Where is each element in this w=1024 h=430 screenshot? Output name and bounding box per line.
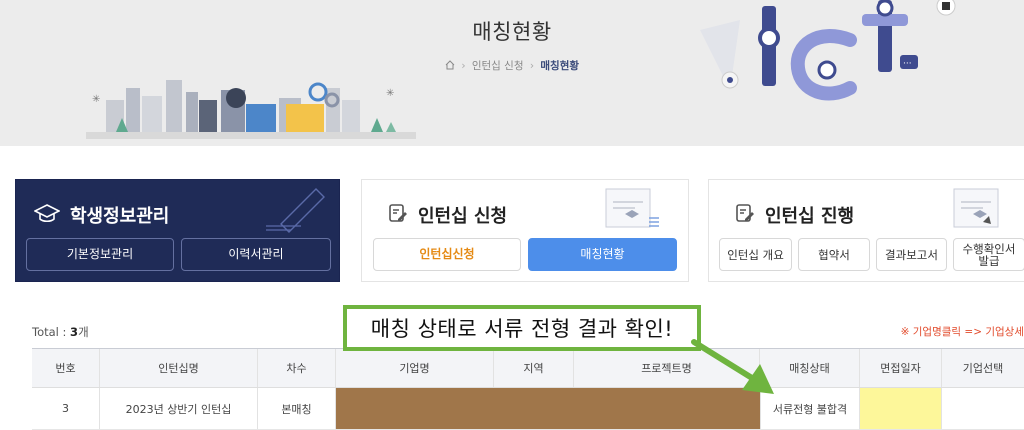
chevron-right-icon: › [529,60,535,72]
svg-text:✳: ✳ [92,94,100,105]
breadcrumb-current: 매칭현황 [540,60,580,72]
page-banner: ✳ ✳ 매칭현황 › 인턴십 신청 › 매칭현황 ··· [0,0,1024,146]
card-title: 인턴십 진행 [765,206,855,227]
column-header: 기업명 [336,349,494,387]
svg-text:✳: ✳ [386,88,394,99]
clipboard-edit-icon [388,203,408,228]
column-header: 차수 [258,349,336,387]
column-header: 지역 [494,349,574,387]
chevron-right-icon: › [461,60,466,72]
column-header: 인턴십명 [100,349,258,387]
internship-overview-button[interactable]: 인턴십 개요 [719,238,792,271]
ict-illustration: ··· [700,0,956,101]
card-title: 인턴십 신청 [418,206,508,227]
city-illustration: ✳ ✳ [86,80,416,139]
company-click-notice: ※ 기업명클릭 => 기업상세 [900,326,1024,338]
internship-progress-card: 인턴십 진행 인턴십 개요 협약서 결과보고서 수행확인서 발급 [708,179,1024,282]
interview-date [860,388,942,429]
round: 본매칭 [258,388,336,429]
resume-management-button[interactable]: 이력서관리 [181,238,331,271]
document-icon [953,188,999,228]
internship-name: 2023년 상반기 인턴십 [100,388,258,429]
annotation-callout: 매칭 상태로 서류 전형 결과 확인! [343,305,701,351]
button-label-line: 수행확인서 [962,241,1016,256]
home-icon[interactable] [445,60,455,73]
arrow-annotation-icon [691,339,774,394]
document-icon [605,188,659,228]
student-info-card: 학생정보관리 기본정보관리 이력서관리 [15,179,340,282]
internship-apply-card: 인턴십 신청 인턴십신청 매칭현황 [361,179,689,282]
clipboard-edit-icon [735,203,755,228]
column-header: 면접일자 [860,349,942,387]
internship-apply-button[interactable]: 인턴십신청 [373,238,521,271]
column-header: 번호 [32,349,100,387]
agreement-button[interactable]: 협약서 [798,238,870,271]
result-report-button[interactable]: 결과보고서 [876,238,947,271]
company-select[interactable] [942,388,1024,429]
breadcrumb-item[interactable]: 인턴십 신청 [472,60,524,72]
row-number: 3 [32,388,100,429]
card-title: 학생정보관리 [70,206,170,227]
table-header: 번호 인턴십명 차수 기업명 지역 프로젝트명 매칭상태 면접일자 기업선택 [32,348,1024,388]
basic-info-button[interactable]: 기본정보관리 [26,238,174,271]
button-label-line: 발급 [978,253,1000,268]
graduation-cap-icon [33,203,61,228]
total-count: Total : 3개 [32,325,89,339]
certificate-issue-button[interactable]: 수행확인서 발급 [953,238,1024,271]
table-row: 3 2023년 상반기 인턴십 본매칭 서류전형 불합격 [32,388,1024,430]
matching-status-button[interactable]: 매칭현황 [528,238,677,271]
svg-text:···: ··· [903,59,912,69]
column-header: 기업선택 [962,362,1004,375]
pen-icon [266,188,325,233]
